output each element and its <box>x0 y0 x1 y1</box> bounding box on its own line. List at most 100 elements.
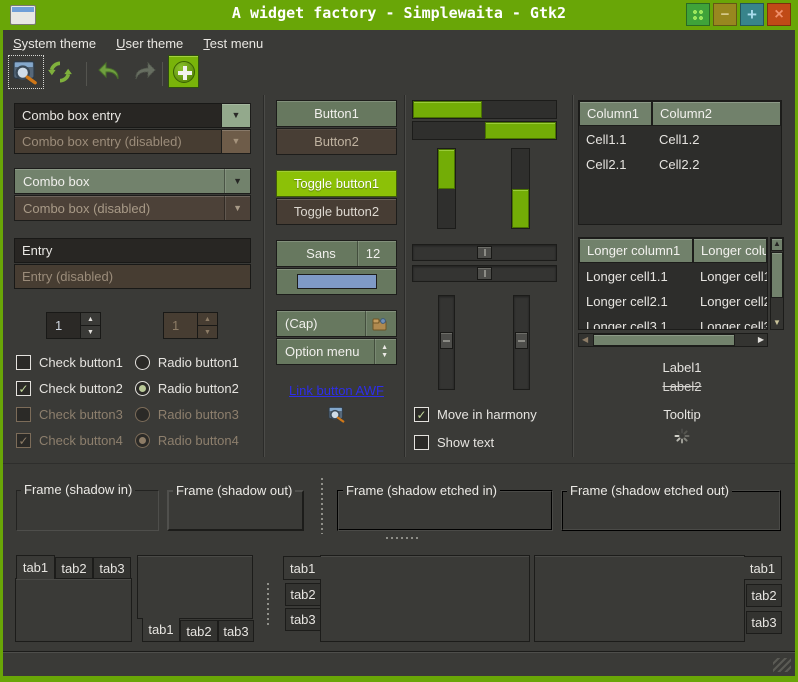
column-header[interactable]: Column2 <box>652 101 781 126</box>
show-text-checkbox[interactable] <box>414 435 429 450</box>
font-button[interactable]: Sans 12 <box>276 240 397 267</box>
checkbox-4: ✓ <box>16 433 31 448</box>
spin-up-icon: ▲ <box>198 313 217 326</box>
text-entry[interactable]: Entry <box>14 238 251 263</box>
combo-box-entry-dropdown[interactable]: ▼ <box>221 103 251 128</box>
scale-handle[interactable] <box>477 246 492 259</box>
notebook-left-tab2[interactable]: tab2 <box>285 583 321 606</box>
spin-button[interactable]: 1 ▲ ▼ <box>46 312 101 339</box>
column-separator <box>572 95 573 457</box>
spin-arrows[interactable]: ▲ ▼ <box>80 313 100 338</box>
notebook-top-tab2[interactable]: tab2 <box>55 557 93 579</box>
notebook-bottom-tab3[interactable]: tab3 <box>218 620 254 642</box>
screenshot-tool-button[interactable] <box>11 58 41 86</box>
table-row[interactable]: Longer cell3.1 Longer cell3.2 <box>579 313 767 330</box>
paned-handle-vertical[interactable] <box>320 478 323 534</box>
link-button[interactable]: Link button AWF <box>276 383 397 398</box>
notebook-bottom-body <box>137 555 253 619</box>
treeview-1-header: Column1 Column2 <box>579 101 781 126</box>
minimize-button[interactable]: − <box>713 3 737 26</box>
checkbox-2-label: Check button2 <box>39 381 123 396</box>
notebook-bottom-tab2[interactable]: tab2 <box>180 620 218 642</box>
frame-shadow-etched-out: Frame (shadow etched out) <box>561 490 781 531</box>
table-row[interactable]: Cell1.1 Cell1.2 <box>579 126 781 151</box>
scroll-up-icon: ▲ <box>771 240 783 248</box>
scale-handle[interactable] <box>515 332 528 349</box>
notebook-bottom-tab1[interactable]: tab1 <box>142 618 180 642</box>
vertical-scrollbar[interactable]: ▲ ▼ <box>770 237 784 330</box>
toggle-button2[interactable]: Toggle button2 <box>276 198 397 225</box>
scroll-right-icon[interactable]: ▶ <box>758 334 764 346</box>
menu-system-theme[interactable]: System theme <box>3 33 106 54</box>
radio-1[interactable] <box>135 355 150 370</box>
notebook-left-tab1[interactable]: tab1 <box>283 556 321 580</box>
text-entry-disabled: Entry (disabled) <box>14 264 251 289</box>
table-row[interactable]: Longer cell1.1 Longer cell1.2 <box>579 263 767 288</box>
radio-2[interactable] <box>135 381 150 396</box>
file-chooser-button[interactable]: (Cap) <box>276 310 397 337</box>
check-radio-row: ✓ Check button4 Radio button4 <box>16 433 239 448</box>
updown-arrows-icon: ▲▼ <box>381 344 388 359</box>
spin-up-icon[interactable]: ▲ <box>81 313 100 326</box>
frame-shadow-etched-in: Frame (shadow etched in) <box>337 490 553 531</box>
scale-horizontal-2[interactable] <box>412 265 557 282</box>
checkbox-1[interactable] <box>16 355 31 370</box>
paned-separator <box>3 463 795 464</box>
scale-handle[interactable] <box>477 267 492 280</box>
spin-button-disabled: 1 ▲ ▼ <box>163 312 218 339</box>
scrollbar-thumb[interactable] <box>593 334 735 346</box>
scale-vertical-1[interactable] <box>438 295 455 390</box>
check-radio-row: Check button3 Radio button3 <box>16 407 239 422</box>
treeview-1[interactable]: Column1 Column2 Cell1.1 Cell1.2 Cell2.1 … <box>578 100 782 225</box>
column-header[interactable]: Longer column2 <box>693 238 767 263</box>
menu-test-menu[interactable]: Test menu <box>193 33 273 54</box>
close-button[interactable]: × <box>767 3 791 26</box>
treeview-2[interactable]: Longer column1 Longer column2 Longer cel… <box>578 237 768 330</box>
maximize-button[interactable]: + <box>740 3 764 26</box>
move-in-harmony-label: Move in harmony <box>437 407 537 422</box>
scale-handle[interactable] <box>440 332 453 349</box>
treeview-2-header: Longer column1 Longer column2 <box>579 238 767 263</box>
menu-user-theme[interactable]: User theme <box>106 33 193 54</box>
combo-separator <box>224 169 225 193</box>
radio-4-label: Radio button4 <box>158 433 239 448</box>
column-header[interactable]: Column1 <box>579 101 652 126</box>
paned-handle-vertical[interactable] <box>266 583 269 625</box>
option-menu[interactable]: Option menu ▲▼ <box>276 338 397 365</box>
color-button[interactable] <box>276 268 397 295</box>
refresh-button[interactable] <box>47 59 73 88</box>
notebook-top-tab1[interactable]: tab1 <box>16 555 55 579</box>
notebook-left-tab3[interactable]: tab3 <box>285 608 321 631</box>
resize-grip[interactable] <box>773 658 791 672</box>
button1[interactable]: Button1 <box>276 100 397 127</box>
notebook-right-tab1[interactable]: tab1 <box>744 556 782 580</box>
table-row[interactable]: Longer cell2.1 Longer cell2.2 <box>579 288 767 313</box>
checkbox-1-label: Check button1 <box>39 355 123 370</box>
notebook-right-tab3[interactable]: tab3 <box>746 611 782 634</box>
combo-box-entry[interactable]: Combo box entry <box>14 103 222 128</box>
combo-separator <box>224 196 225 220</box>
column-header[interactable]: Longer column1 <box>579 238 693 263</box>
spin-down-icon[interactable]: ▼ <box>81 326 100 338</box>
notebook-right-tab2[interactable]: tab2 <box>746 584 782 607</box>
undo-button[interactable] <box>96 60 124 87</box>
scale-horizontal-1[interactable] <box>412 244 557 261</box>
notebook-top-tab3[interactable]: tab3 <box>93 557 131 579</box>
checkbox-3-label: Check button3 <box>39 407 123 422</box>
horizontal-scrollbar[interactable]: ◀ ▶ <box>578 333 768 347</box>
scroll-down-icon[interactable]: ▼ <box>771 319 783 327</box>
window-menu-button[interactable] <box>686 3 710 26</box>
toggle-button1[interactable]: Toggle button1 <box>276 170 397 197</box>
move-in-harmony-checkbox[interactable]: ✓ <box>414 407 429 422</box>
table-row[interactable]: Cell2.1 Cell2.2 <box>579 151 781 176</box>
folder-icon <box>372 317 388 331</box>
titlebar[interactable]: A widget factory - Simplewaita - Gtk2 − … <box>0 0 798 30</box>
combo-box[interactable]: Combo box ▼ <box>14 168 251 194</box>
checkbox-2[interactable]: ✓ <box>16 381 31 396</box>
paned-handle-horizontal[interactable] <box>386 536 421 539</box>
check-radio-row: Check button1 Radio button1 <box>16 355 239 370</box>
awf-icon-button[interactable] <box>327 405 346 426</box>
add-button[interactable] <box>168 55 199 88</box>
scrollbar-thumb[interactable] <box>771 252 783 298</box>
scale-vertical-2[interactable] <box>513 295 530 390</box>
